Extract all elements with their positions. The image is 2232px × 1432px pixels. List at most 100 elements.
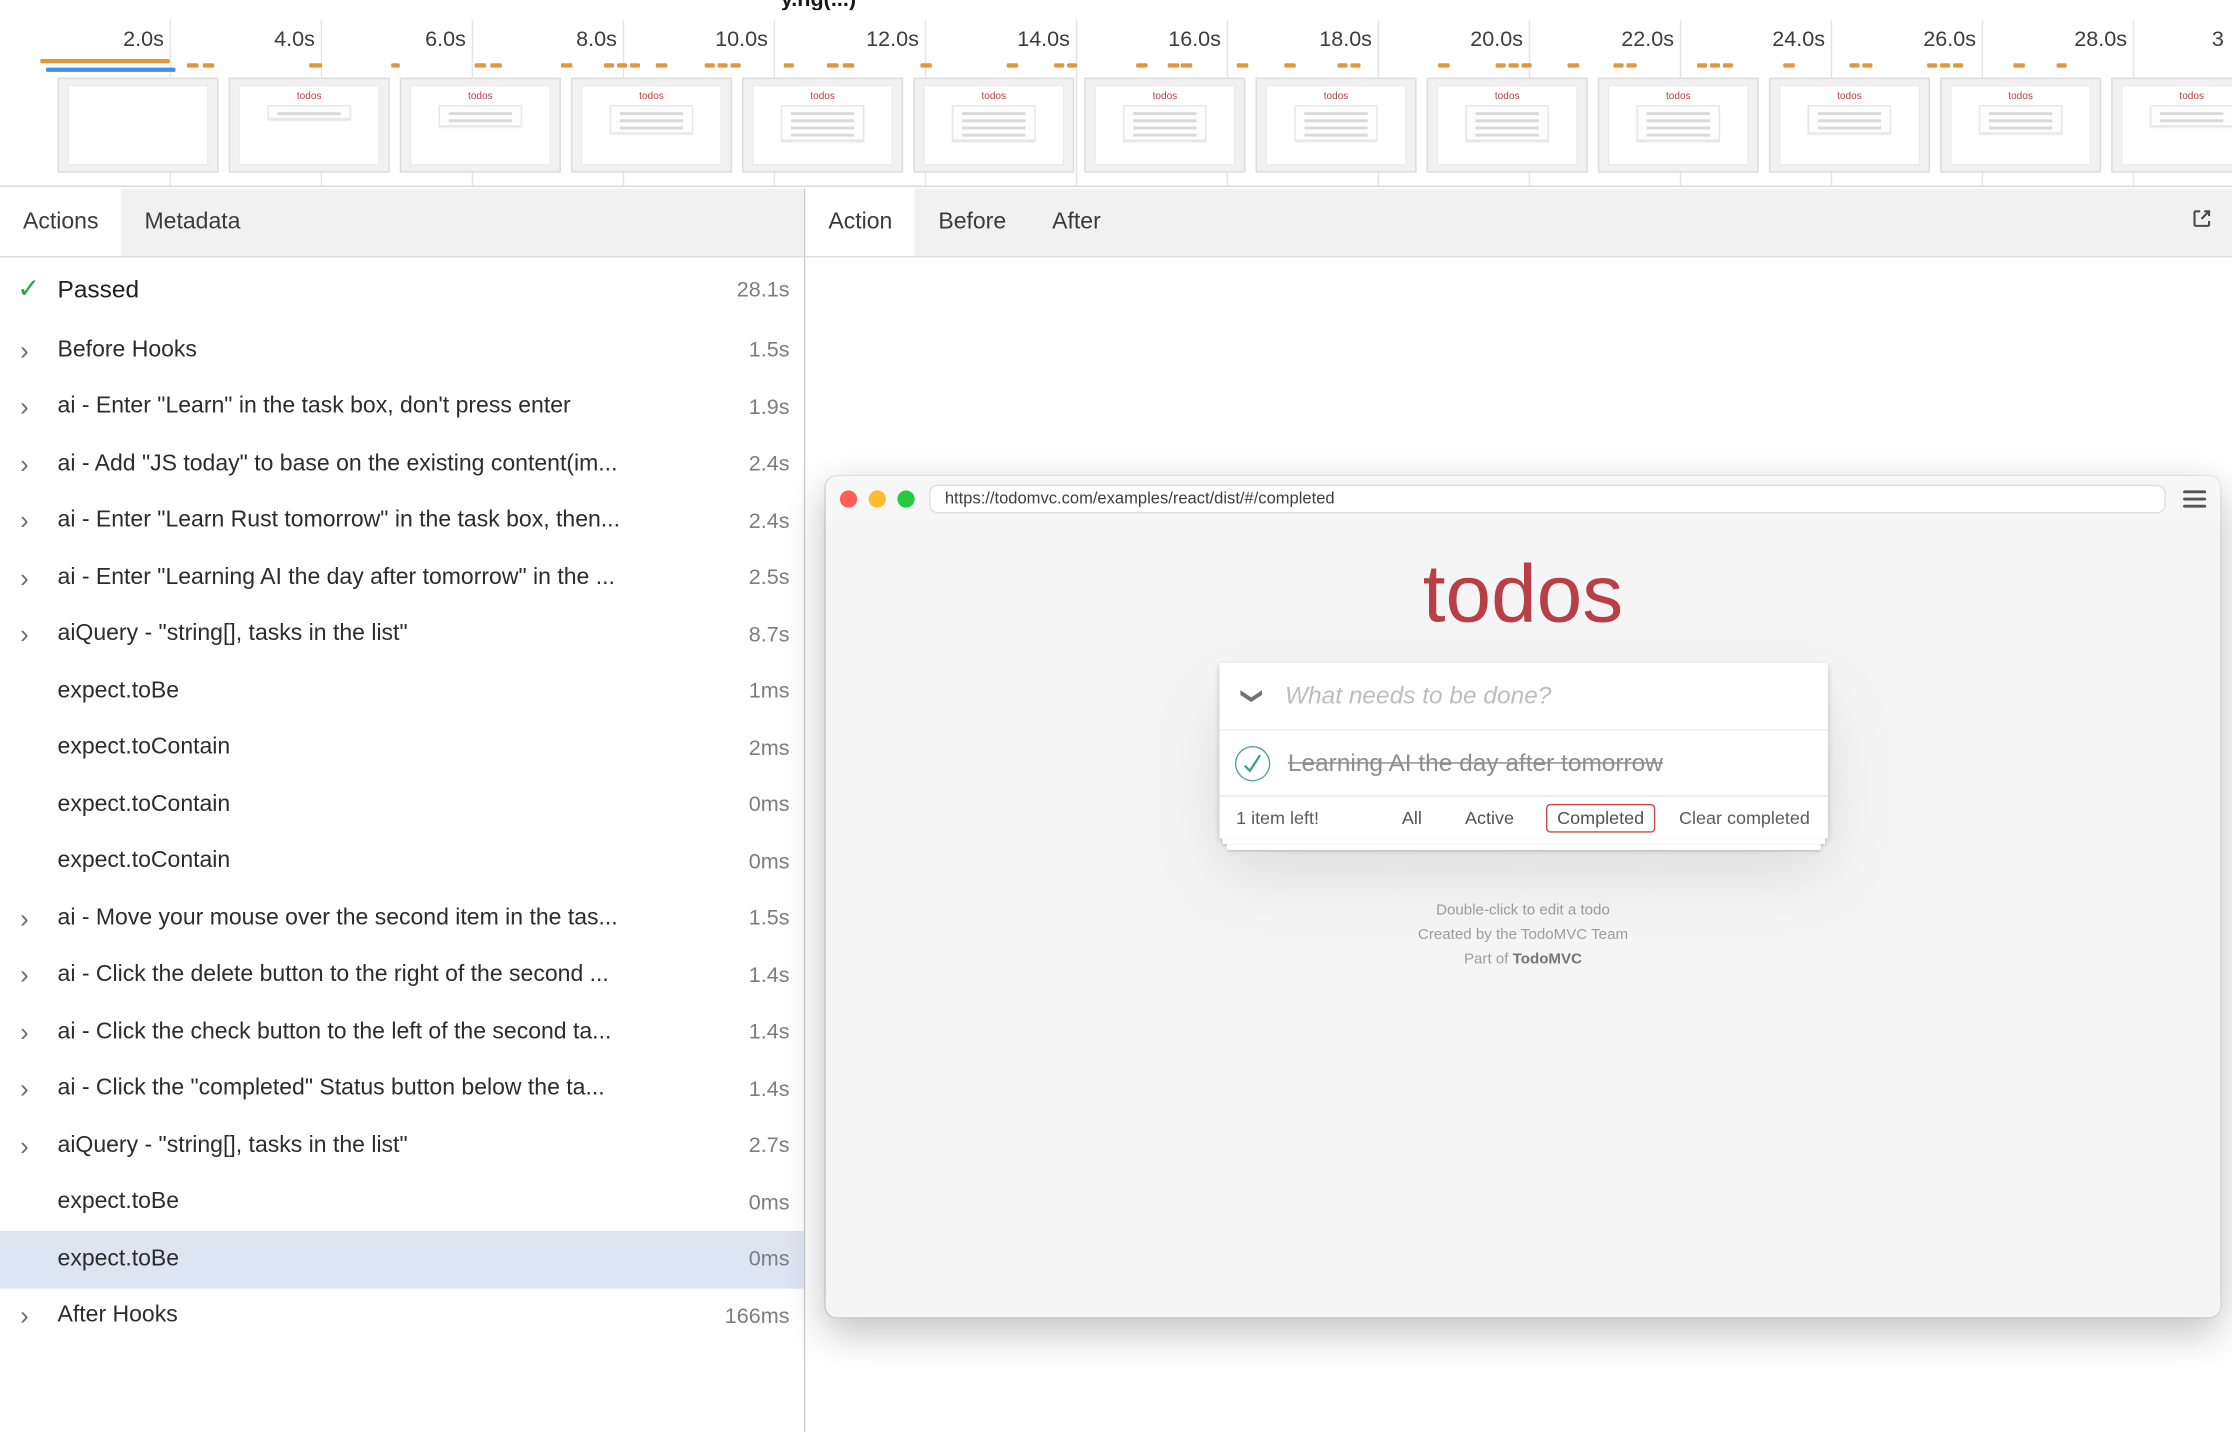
chevron-right-icon[interactable]: › [20,394,57,420]
action-label: expect.toContain [58,849,732,875]
chevron-right-icon[interactable]: › [20,1019,57,1045]
toggle-all-chevron-down-icon[interactable]: ❯ [1239,663,1265,729]
action-label: ai - Enter "Learn" in the task box, don'… [58,394,732,420]
timeline-action-mark [1168,63,1180,67]
browser-snapshot-window[interactable]: https://todomvc.com/examples/react/dist/… [825,476,2220,1317]
todomvc-brand-link[interactable]: TodoMVC [1513,951,1582,968]
action-row[interactable]: expect.toBe0ms [0,1174,804,1231]
timeline-thumbnail[interactable]: todos [1769,78,1930,173]
thumbnail-todo-card [439,105,522,127]
thumbnail-text-line [278,112,341,115]
action-row[interactable]: ›ai - Click the check button to the left… [0,1004,804,1061]
chevron-right-icon[interactable]: › [20,1076,57,1102]
action-row[interactable]: ›After Hooks166ms [0,1288,804,1345]
open-in-new-tab-button[interactable] [2189,188,2215,256]
info-line: Created by the TodoMVC Team [825,923,2220,947]
minimize-window-icon[interactable] [869,490,886,507]
chevron-right-icon[interactable]: › [20,962,57,988]
thumbnail-text-line [1133,134,1196,137]
thumbnail-text-line [962,134,1025,137]
chevron-right-icon[interactable]: › [20,565,57,591]
chevron-right-icon[interactable]: › [20,622,57,648]
chevron-right-icon[interactable]: › [20,1303,57,1329]
timeline-filmstrip[interactable]: todostodostodostodostodostodostodostodos… [58,78,2232,173]
action-row[interactable]: expect.toBe1ms [0,663,804,720]
timeline-thumbnail[interactable]: todos [400,78,561,173]
timeline[interactable]: y.ng(...) todostodostodostodostodostodos… [0,0,2232,187]
thumbnail-text-line [1818,127,1881,130]
new-todo-row[interactable]: ❯ What needs to be done? [1219,663,1827,729]
thumbnail-text-line [1133,112,1196,115]
action-row[interactable]: ›ai - Click the delete button to the rig… [0,947,804,1004]
todo-item[interactable]: Learning AI the day after tomorrow [1219,729,1827,795]
timeline-thumbnail[interactable]: todos [913,78,1074,173]
chevron-right-icon[interactable]: › [20,451,57,477]
thumbnail-todos-title: todos [1609,91,1747,104]
tab-before[interactable]: Before [915,188,1029,256]
timeline-thumbnail[interactable] [58,78,219,173]
action-row[interactable]: ›Before Hooks1.5s [0,322,804,379]
action-row[interactable]: ›ai - Enter "Learning AI the day after t… [0,549,804,606]
timeline-action-mark [604,63,614,67]
timeline-thumbnail[interactable]: todos [2111,78,2232,173]
timeline-thumbnail[interactable]: todos [1598,78,1759,173]
timeline-action-mark [731,63,741,67]
timeline-thumbnail[interactable]: todos [1255,78,1416,173]
todo-label: Learning AI the day after tomorrow [1288,749,1663,778]
timeline-action-mark [920,63,932,67]
thumbnail-text-line [1647,112,1710,115]
thumbnail-page: todos [239,85,380,166]
address-bar[interactable]: https://todomvc.com/examples/react/dist/… [929,485,2166,514]
chevron-right-icon[interactable]: › [20,338,57,364]
action-row[interactable]: expect.toContain0ms [0,833,804,890]
action-row[interactable]: expect.toContain0ms [0,777,804,834]
timeline-action-mark [1940,63,1950,67]
timeline-action-mark [1849,63,1859,67]
timeline-tick-label: 4.0s [232,27,315,51]
action-row[interactable]: ›ai - Move your mouse over the second it… [0,890,804,947]
new-todo-input[interactable]: What needs to be done? [1285,682,1551,711]
chevron-right-icon[interactable]: › [20,906,57,932]
filter-completed[interactable]: Completed [1546,803,1656,832]
action-row[interactable]: ›ai - Enter "Learn Rust tomorrow" in the… [0,493,804,550]
tab-metadata[interactable]: Metadata [121,188,263,256]
timeline-thumbnail[interactable]: todos [1940,78,2101,173]
filter-active[interactable]: Active [1454,803,1526,832]
filter-all[interactable]: All [1390,803,1433,832]
thumbnail-text-line [791,112,854,115]
items-left-count: 1 item left! [1236,808,1319,828]
thumbnail-todo-card [1294,105,1377,141]
tab-action[interactable]: Action [805,188,915,256]
timeline-action-mark [561,63,573,67]
action-row[interactable]: ›aiQuery - "string[], tasks in the list"… [0,606,804,663]
action-row[interactable]: ›aiQuery - "string[], tasks in the list"… [0,1117,804,1174]
paper-stack-layer [1226,844,1820,850]
action-row[interactable]: ›ai - Add "JS today" to base on the exis… [0,436,804,493]
info-line: Double-click to edit a todo [825,899,2220,923]
action-row[interactable]: ›ai - Enter "Learn" in the task box, don… [0,379,804,436]
timeline-action-mark [630,63,640,67]
clear-completed-button[interactable]: Clear completed [1679,808,1810,828]
thumbnail-text-line [791,134,854,137]
tab-actions[interactable]: Actions [0,188,121,256]
timeline-tick-label: 16.0s [1138,27,1221,51]
action-row[interactable]: expect.toBe0ms [0,1231,804,1288]
action-row[interactable]: ›ai - Click the "completed" Status butto… [0,1061,804,1118]
chevron-right-icon[interactable]: › [20,508,57,534]
timeline-thumbnail[interactable]: todos [1427,78,1588,173]
timeline-thumbnail[interactable]: todos [742,78,903,173]
close-window-icon[interactable] [840,490,857,507]
timeline-thumbnail[interactable]: todos [229,78,390,173]
timeline-tick-label: 8.0s [534,27,617,51]
timeline-thumbnail[interactable]: todos [1084,78,1245,173]
timeline-thumbnail[interactable]: todos [571,78,732,173]
action-label: expect.toContain [58,792,732,818]
hamburger-menu-icon[interactable] [2183,490,2206,507]
maximize-window-icon[interactable] [897,490,914,507]
thumbnail-todos-title: todos [1096,91,1234,104]
test-status-row[interactable]: ✓ Passed 28.1s [0,257,804,322]
action-row[interactable]: expect.toContain2ms [0,720,804,777]
tab-after[interactable]: After [1029,188,1124,256]
chevron-right-icon[interactable]: › [20,1133,57,1159]
todo-completed-checkbox-icon[interactable] [1233,744,1270,781]
